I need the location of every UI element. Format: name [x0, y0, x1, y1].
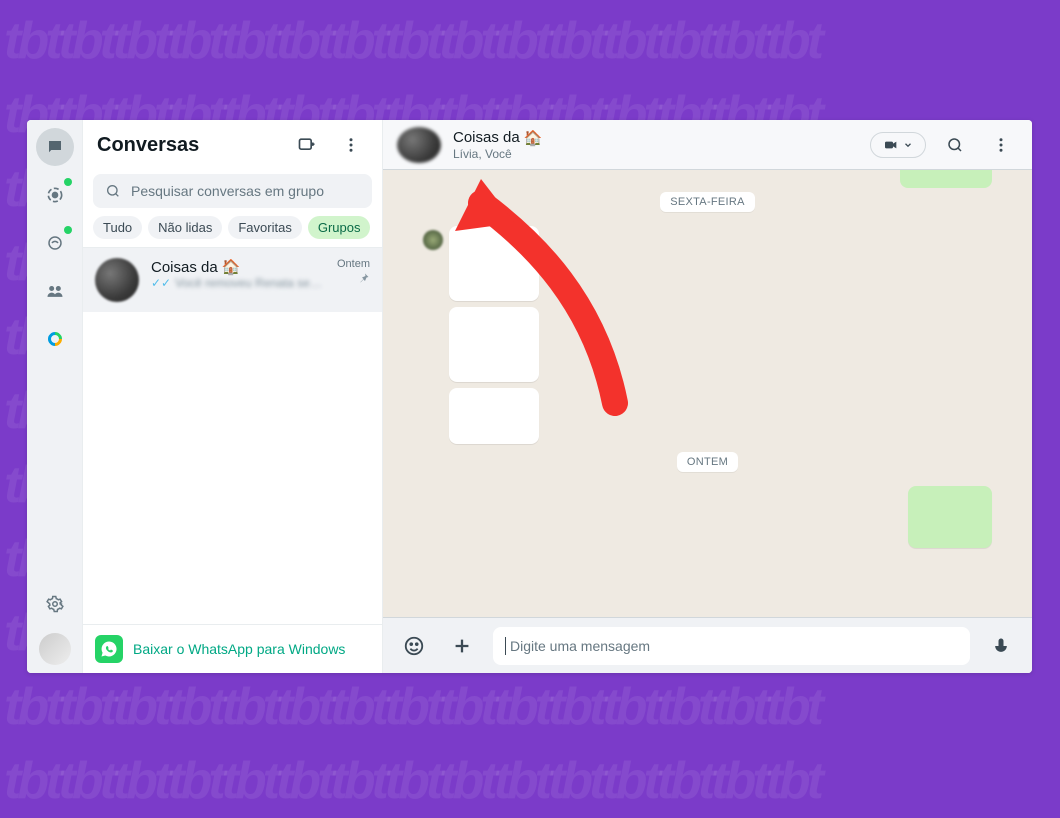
messages-area[interactable]: SEXTA-FEIRA ONTEM [383, 170, 1032, 617]
chat-item-name: Coisas da [151, 259, 218, 276]
emoji-button[interactable] [397, 629, 431, 663]
search-input[interactable]: Pesquisar conversas em grupo [93, 174, 372, 208]
nav-settings-icon[interactable] [36, 585, 74, 623]
chat-item-main: Coisas da 🏠 ✓✓ Você removeu Renata segun… [151, 258, 325, 290]
nav-chats-icon[interactable] [36, 128, 74, 166]
chat-item-time: Ontem [337, 258, 370, 270]
incoming-message-bubble[interactable] [449, 226, 539, 301]
chat-header-subtitle: Lívia, Você [453, 147, 858, 161]
compose-bar: Digite uma mensagem [383, 617, 1032, 673]
chevron-down-icon [903, 140, 913, 150]
text-cursor [505, 637, 506, 655]
nav-status-icon[interactable] [36, 176, 74, 214]
download-banner[interactable]: Baixar o WhatsApp para Windows [83, 624, 382, 673]
video-call-button[interactable] [870, 132, 926, 158]
house-emoji-icon: 🏠 [524, 129, 543, 147]
whatsapp-logo-icon [95, 635, 123, 663]
chat-header-title: Coisas da [453, 129, 520, 146]
app-window: Conversas Pesquisar conversas em grupo T… [27, 120, 1032, 673]
read-tick-icon: ✓✓ [151, 276, 171, 290]
new-chat-button[interactable] [290, 128, 324, 162]
attach-button[interactable] [445, 629, 479, 663]
chat-item-preview: Você removeu Renata segunda [175, 276, 325, 290]
message-input[interactable]: Digite uma mensagem [493, 627, 970, 665]
conversations-panel: Conversas Pesquisar conversas em grupo T… [83, 120, 383, 673]
filter-groups[interactable]: Grupos [308, 216, 371, 239]
chat-pane: Coisas da 🏠 Lívia, Você SEXTA-FEIRA [383, 120, 1032, 673]
pin-icon [358, 272, 370, 287]
message-placeholder: Digite uma mensagem [510, 638, 650, 654]
chat-header: Coisas da 🏠 Lívia, Você [383, 120, 1032, 170]
filter-all[interactable]: Tudo [93, 216, 142, 239]
chat-item-avatar [95, 258, 139, 302]
nav-rail [27, 120, 83, 673]
channels-dot-indicator [64, 226, 72, 234]
status-dot-indicator [64, 178, 72, 186]
filter-favorites[interactable]: Favoritas [228, 216, 301, 239]
search-placeholder: Pesquisar conversas em grupo [131, 183, 324, 199]
outgoing-message-partial [900, 170, 992, 188]
outgoing-message-bubble[interactable] [908, 486, 992, 548]
outgoing-message-row [423, 486, 992, 548]
nav-channels-icon[interactable] [36, 224, 74, 262]
video-icon [883, 137, 899, 153]
nav-communities-icon[interactable] [36, 272, 74, 310]
panel-title: Conversas [97, 134, 280, 157]
incoming-message-bubble[interactable] [449, 307, 539, 382]
chat-header-avatar[interactable] [397, 127, 441, 163]
search-icon [105, 183, 121, 199]
house-emoji-icon: 🏠 [222, 258, 241, 276]
incoming-message-bubble[interactable] [449, 388, 539, 444]
chat-search-button[interactable] [938, 128, 972, 162]
day-separator: SEXTA-FEIRA [660, 192, 755, 212]
incoming-message-row [423, 226, 992, 301]
download-label: Baixar o WhatsApp para Windows [133, 641, 345, 657]
chat-list: Coisas da 🏠 ✓✓ Você removeu Renata segun… [83, 247, 382, 624]
day-separator: ONTEM [677, 452, 738, 472]
panel-menu-button[interactable] [334, 128, 368, 162]
sender-avatar [423, 230, 443, 250]
filter-row: Tudo Não lidas Favoritas Grupos [83, 216, 382, 247]
chat-header-info[interactable]: Coisas da 🏠 Lívia, Você [453, 129, 858, 161]
nav-profile-avatar[interactable] [39, 633, 71, 665]
nav-meta-ai-icon[interactable] [36, 320, 74, 358]
mic-button[interactable] [984, 629, 1018, 663]
panel-header: Conversas [83, 120, 382, 170]
chat-menu-button[interactable] [984, 128, 1018, 162]
chat-list-item[interactable]: Coisas da 🏠 ✓✓ Você removeu Renata segun… [83, 248, 382, 312]
filter-unread[interactable]: Não lidas [148, 216, 222, 239]
